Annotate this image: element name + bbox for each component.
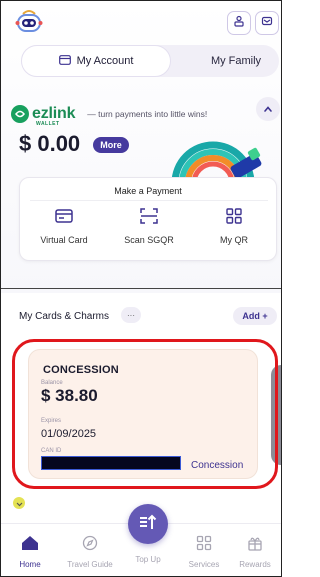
account-tabs: My Account My Family [21, 45, 279, 77]
add-card-button[interactable]: Add + [233, 307, 277, 325]
card-icon [58, 54, 71, 68]
tab-my-account[interactable]: My Account [21, 45, 171, 77]
nav-label: Rewards [239, 560, 271, 569]
payment-title: Make a Payment [114, 186, 182, 196]
collapse-button[interactable] [256, 97, 280, 121]
cards-options-button[interactable]: ··· [121, 307, 141, 323]
nav-label: Services [188, 560, 220, 569]
app-screen: My Account My Family ezlink WALLET — tur… [0, 0, 282, 577]
make-payment-card: Make a Payment Virtual Card Scan SGQR My… [19, 177, 277, 261]
action-label: Scan SGQR [124, 235, 174, 245]
divider [1, 288, 281, 289]
nav-services[interactable]: Services [177, 535, 231, 569]
more-button[interactable]: More [93, 137, 129, 153]
nav-home[interactable]: Home [3, 535, 57, 569]
nav-label: Top Up [135, 555, 161, 564]
tab-my-family[interactable]: My Family [196, 45, 276, 77]
gift-icon [247, 535, 263, 556]
compass-icon [82, 535, 98, 556]
person-icon [233, 14, 245, 32]
nav-rewards[interactable]: Rewards [228, 535, 281, 569]
scan-sgqr-button[interactable]: Scan SGQR [109, 204, 189, 256]
my-qr-icon [225, 204, 243, 229]
ezlink-logo-icon [11, 105, 29, 123]
highlight-outline [12, 339, 278, 489]
expand-button[interactable] [13, 497, 25, 509]
ezlink-wordmark: ezlink WALLET [32, 105, 76, 127]
virtual-card-icon [55, 204, 73, 229]
nav-label: Home [19, 560, 41, 569]
top-up-button[interactable] [128, 504, 168, 544]
tab-label: My Family [210, 55, 262, 67]
action-label: Virtual Card [40, 235, 88, 245]
top-up-icon [138, 513, 158, 536]
nav-label: Travel Guide [67, 560, 113, 569]
wallet-tagline: — turn payments into little wins! [87, 109, 208, 119]
ezlink-wallet-header: ezlink WALLET — turn payments into littl… [11, 103, 281, 127]
chevron-down-icon [16, 494, 23, 512]
app-mascot-logo[interactable] [15, 9, 43, 33]
profile-button[interactable] [227, 11, 251, 35]
grid-icon [196, 535, 212, 556]
scan-qr-icon [140, 204, 158, 229]
wallet-balance: $ 0.00 [19, 131, 81, 156]
inbox-icon [261, 14, 273, 32]
inbox-button[interactable] [255, 11, 279, 35]
divider [30, 200, 268, 201]
virtual-card-button[interactable]: Virtual Card [24, 204, 104, 256]
cards-section-title: My Cards & Charms [19, 311, 110, 322]
home-icon [21, 535, 39, 556]
nav-top-up[interactable]: Top Up [121, 551, 175, 564]
chevron-up-icon [263, 100, 273, 118]
nav-travel-guide[interactable]: Travel Guide [63, 535, 117, 569]
tab-label: My Account [76, 55, 134, 67]
action-label: My QR [220, 235, 248, 245]
my-qr-button[interactable]: My QR [194, 204, 274, 256]
